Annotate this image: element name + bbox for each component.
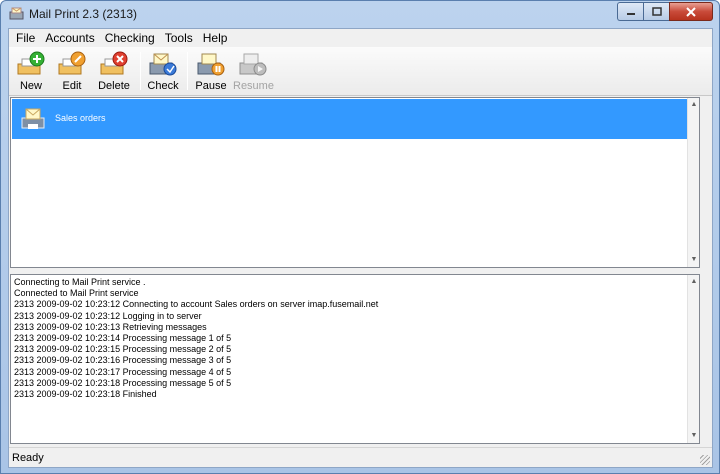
- log-line: 2313 2009-09-02 10:23:15 Processing mess…: [14, 344, 232, 355]
- resume-button[interactable]: Resume: [233, 48, 274, 94]
- delete-button[interactable]: Delete: [94, 48, 134, 94]
- minimize-button[interactable]: [617, 2, 643, 21]
- status-bar: Ready: [9, 447, 712, 467]
- new-account-icon: [17, 51, 45, 75]
- accounts-scrollbar[interactable]: ▲ ▼: [687, 98, 699, 267]
- menu-bar: File Accounts Checking Tools Help: [9, 29, 712, 47]
- scroll-up-arrow[interactable]: ▲: [688, 275, 700, 289]
- check-button[interactable]: Check: [143, 48, 183, 94]
- log-line: 2313 2009-09-02 10:23:14 Processing mess…: [14, 333, 232, 344]
- window-title: Mail Print 2.3 (2313): [29, 7, 138, 21]
- close-icon: [686, 6, 696, 17]
- menu-checking[interactable]: Checking: [100, 30, 160, 46]
- pause-label: Pause: [195, 80, 227, 92]
- account-label: Sales orders: [55, 113, 106, 123]
- minimize-icon: [626, 12, 635, 15]
- menu-tools[interactable]: Tools: [160, 30, 198, 46]
- app-window: Mail Print 2.3 (2313) File Accounts Chec…: [0, 0, 720, 474]
- log-line: 2313 2009-09-02 10:23:16 Processing mess…: [14, 355, 232, 366]
- log-line: 2313 2009-09-02 10:23:12 Connecting to a…: [14, 299, 379, 310]
- app-icon: [9, 7, 24, 20]
- log-line: 2313 2009-09-02 10:23:17 Processing mess…: [14, 366, 232, 377]
- mail-printer-icon: [21, 108, 45, 129]
- log-output[interactable]: Connecting to Mail Print service . Conne…: [10, 274, 700, 444]
- delete-label: Delete: [98, 80, 130, 92]
- maximize-button[interactable]: [643, 2, 669, 21]
- title-bar[interactable]: Mail Print 2.3 (2313): [1, 1, 719, 27]
- edit-account-icon: [58, 51, 86, 75]
- log-lines: Connecting to Mail Print service . Conne…: [14, 277, 378, 400]
- resume-label: Resume: [233, 80, 274, 92]
- resume-icon: [239, 53, 267, 76]
- accounts-list[interactable]: Sales orders ▲ ▼: [10, 97, 700, 268]
- check-label: Check: [147, 80, 179, 92]
- pause-button[interactable]: Pause: [191, 48, 231, 94]
- log-scrollbar[interactable]: ▲ ▼: [687, 275, 699, 443]
- close-button[interactable]: [669, 2, 713, 21]
- scroll-down-arrow[interactable]: ▼: [688, 429, 700, 443]
- scroll-up-arrow[interactable]: ▲: [688, 98, 700, 112]
- scroll-down-arrow[interactable]: ▼: [688, 253, 700, 267]
- edit-label: Edit: [62, 80, 82, 92]
- menu-accounts[interactable]: Accounts: [40, 30, 99, 46]
- account-item[interactable]: Sales orders: [12, 99, 698, 139]
- check-mail-icon: [149, 53, 177, 76]
- toolbar-separator: [187, 52, 188, 90]
- edit-button[interactable]: Edit: [52, 48, 92, 94]
- client-area: File Accounts Checking Tools Help New Ed…: [8, 28, 713, 468]
- log-line: Connected to Mail Print service: [14, 288, 139, 299]
- delete-account-icon: [100, 51, 128, 75]
- pause-icon: [197, 53, 225, 76]
- maximize-icon: [651, 7, 662, 16]
- log-line: 2313 2009-09-02 10:23:18 Finished: [14, 389, 157, 400]
- log-line: 2313 2009-09-02 10:23:12 Logging in to s…: [14, 310, 202, 321]
- log-line: 2313 2009-09-02 10:23:13 Retrieving mess…: [14, 321, 207, 332]
- new-button[interactable]: New: [11, 48, 51, 94]
- status-text: Ready: [12, 452, 44, 464]
- menu-help[interactable]: Help: [198, 30, 233, 46]
- menu-file[interactable]: File: [11, 30, 40, 46]
- resize-grip[interactable]: [700, 455, 710, 465]
- toolbar: New Edit Delete Check Pause Resume: [9, 47, 712, 96]
- caption-buttons: [617, 2, 713, 21]
- log-line: 2313 2009-09-02 10:23:18 Processing mess…: [14, 377, 232, 388]
- log-line: Connecting to Mail Print service .: [14, 277, 146, 287]
- toolbar-separator: [140, 52, 141, 90]
- new-label: New: [19, 80, 42, 92]
